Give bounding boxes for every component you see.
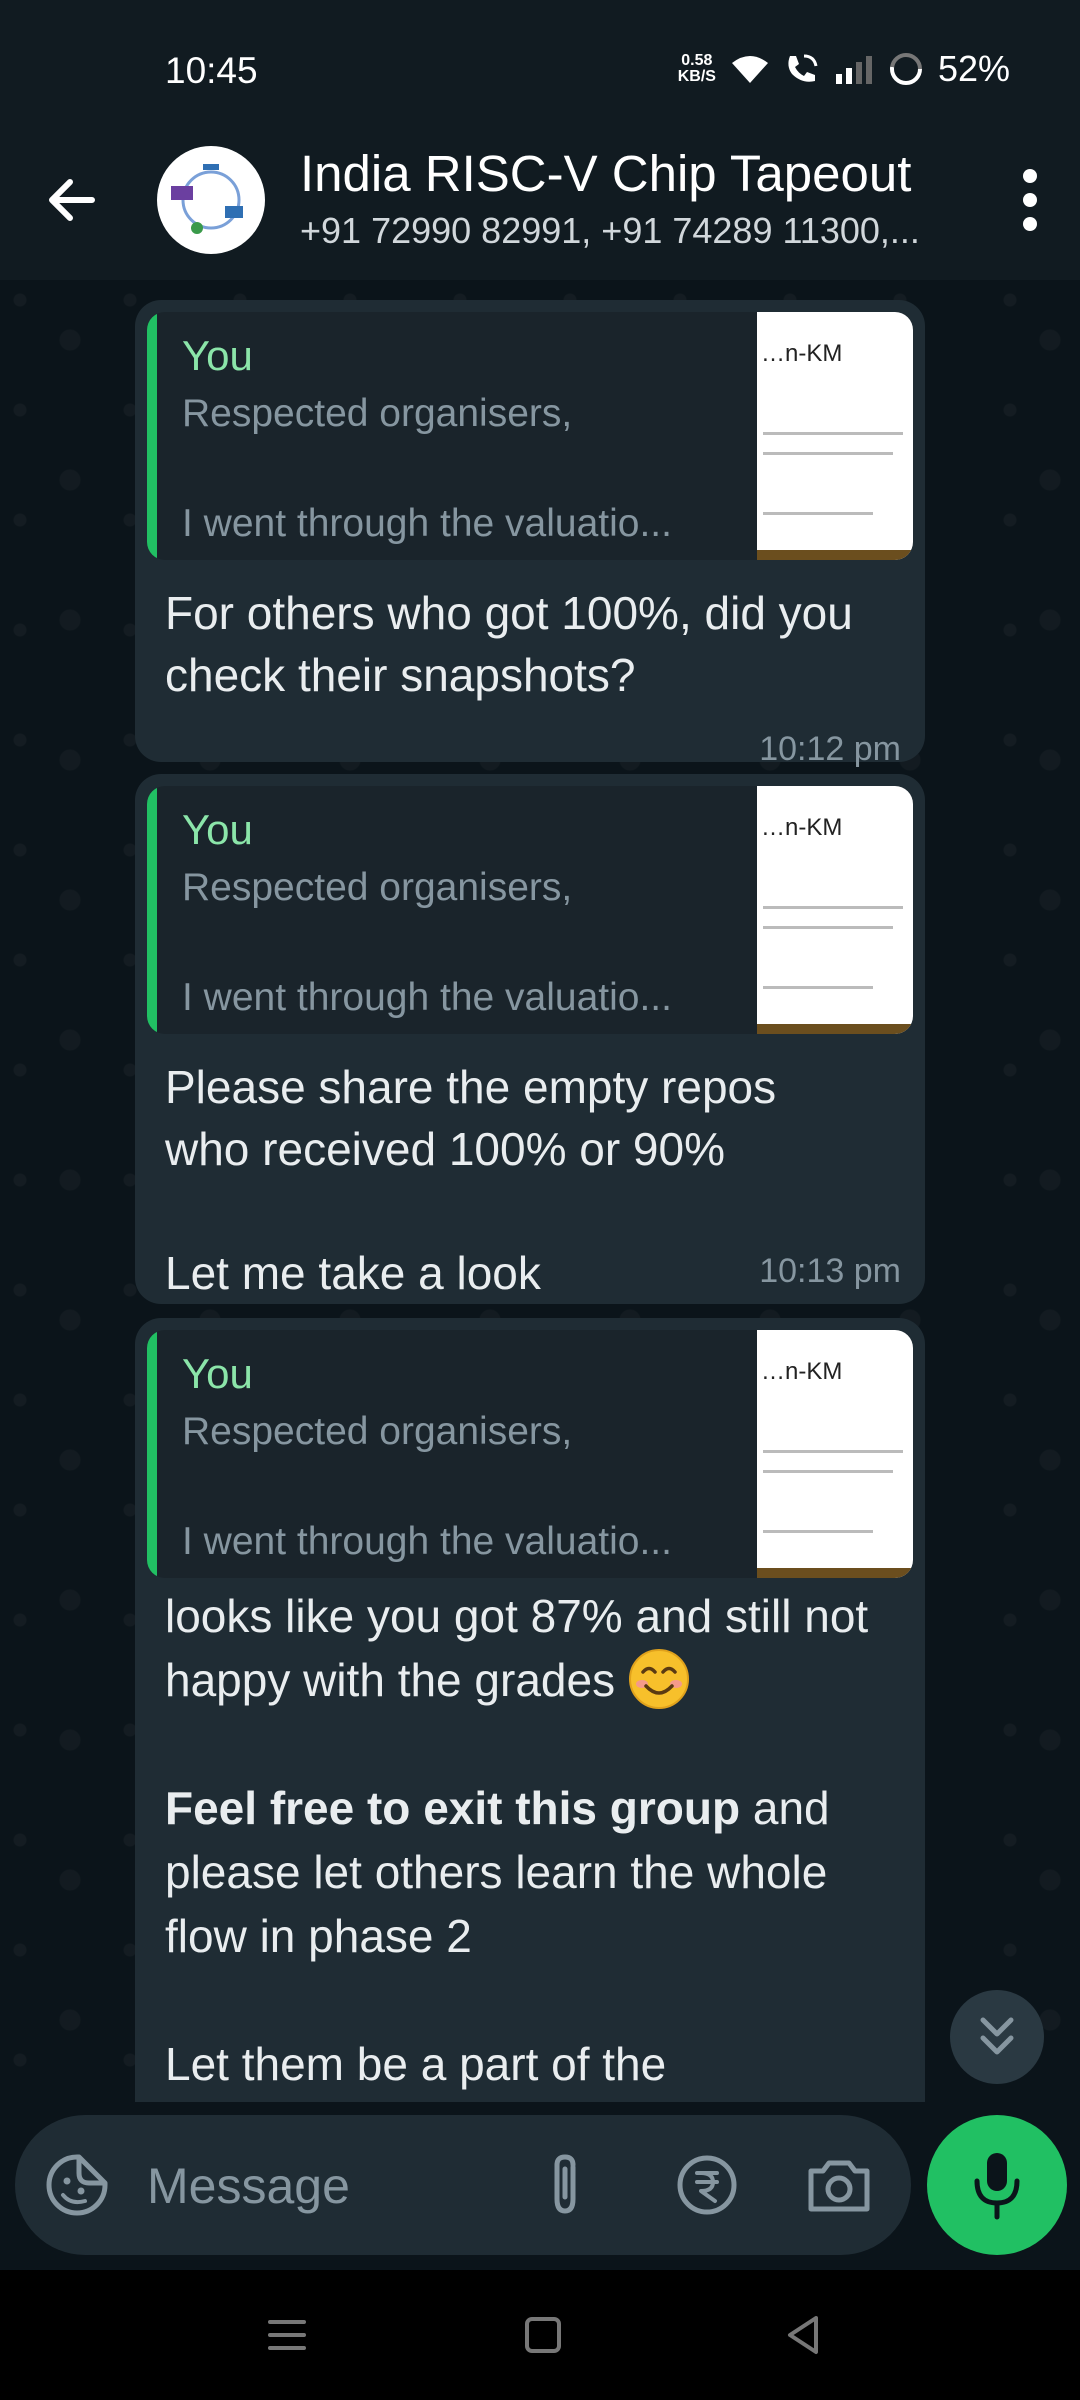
message-composer xyxy=(0,2102,1080,2270)
message-text: For others who got 100%, did you check t… xyxy=(165,582,865,706)
battery-icon xyxy=(889,53,922,85)
smiling-face-emoji-icon xyxy=(628,1649,689,1709)
group-avatar[interactable] xyxy=(157,146,265,254)
scroll-to-bottom-button[interactable] xyxy=(950,1990,1044,2084)
network-speed-unit: KB/S xyxy=(677,68,716,85)
battery-percent: 52% xyxy=(937,48,1010,89)
quote-text: I went through the valuatio... xyxy=(182,1520,672,1563)
quote-text: Respected organisers, xyxy=(182,866,573,909)
quote-thumbnail: …n-KM xyxy=(757,786,913,1034)
quote-thumbnail: …n-KM xyxy=(757,312,913,560)
message-paragraph: For others who got 100%, did you check t… xyxy=(165,587,853,701)
message-input-box[interactable] xyxy=(15,2115,911,2255)
message-time: 10:12 pm xyxy=(759,730,901,768)
back-icon[interactable] xyxy=(778,2310,828,2360)
attach-icon[interactable] xyxy=(535,2151,595,2219)
quote-thumbnail: …n-KM xyxy=(757,1330,913,1578)
quote-author: You xyxy=(182,1350,253,1397)
sticker-icon[interactable] xyxy=(45,2153,109,2217)
quoted-message[interactable]: You Respected organisers, I went through… xyxy=(147,1330,913,1578)
quoted-message[interactable]: You Respected organisers, I went through… xyxy=(147,786,913,1034)
network-speed-value: 0.58 xyxy=(681,52,713,69)
thumbnail-text: …n-KM xyxy=(761,814,843,841)
thumbnail-line xyxy=(763,512,873,515)
thumbnail-line xyxy=(763,926,893,929)
thumbnail-text: …n-KM xyxy=(761,340,843,367)
camera-icon[interactable] xyxy=(805,2153,873,2217)
quoted-message[interactable]: You Respected organisers, I went through… xyxy=(147,312,913,560)
group-title[interactable]: India RISC-V Chip Tapeout xyxy=(300,144,911,203)
message-paragraph: looks like you got 87% and still not hap… xyxy=(165,1584,885,1712)
network-speed: 0.58 KB/S xyxy=(678,53,716,85)
message-text: looks like you got 87% and still not hap… xyxy=(165,1584,885,2096)
thumbnail-line xyxy=(763,432,903,435)
message-time: 10:13 pm xyxy=(759,1252,901,1290)
payment-rupee-icon[interactable] xyxy=(675,2153,739,2217)
status-icons: 0.58 KB/S 52% xyxy=(678,48,1010,90)
microphone-icon xyxy=(974,2153,1020,2220)
back-arrow-icon[interactable] xyxy=(40,168,104,232)
message-bubble[interactable]: You Respected organisers, I went through… xyxy=(135,300,925,768)
message-paragraph: Feel free to exit this group and please … xyxy=(165,1776,885,1968)
more-options-icon[interactable] xyxy=(1000,160,1060,240)
message-paragraph-text: looks like you got 87% and still not hap… xyxy=(165,1590,869,1706)
thumbnail-line xyxy=(763,906,903,909)
thumbnail-line xyxy=(763,986,873,989)
signal-icon xyxy=(835,56,872,84)
message-input[interactable] xyxy=(145,2145,529,2227)
status-time: 10:45 xyxy=(165,50,258,91)
thumbnail-strip xyxy=(757,1024,913,1034)
thumbnail-strip xyxy=(757,550,913,560)
thumbnail-line xyxy=(763,1450,903,1453)
quote-text: Respected organisers, xyxy=(182,1410,573,1453)
system-nav-bar xyxy=(0,2270,1080,2400)
quote-author: You xyxy=(182,806,253,853)
recent-apps-icon[interactable] xyxy=(262,2310,312,2360)
thumbnail-text: …n-KM xyxy=(761,1358,843,1385)
voice-message-button[interactable] xyxy=(927,2115,1067,2255)
chat-header: India RISC-V Chip Tapeout +91 72990 8299… xyxy=(0,130,1080,280)
quote-text: I went through the valuatio... xyxy=(182,502,672,545)
quote-bar xyxy=(147,312,157,560)
quote-bar xyxy=(147,1330,157,1578)
bold-text: Feel free to exit this group xyxy=(165,1782,741,1834)
wifi-call-icon xyxy=(788,54,818,82)
double-chevron-down-icon xyxy=(980,2017,1014,2055)
wifi-icon xyxy=(731,56,768,83)
quote-text: I went through the valuatio... xyxy=(182,976,672,1019)
message-paragraph: Please share the empty repos who receive… xyxy=(165,1061,777,1175)
message-bubble[interactable]: You Respected organisers, I went through… xyxy=(135,1318,925,2102)
group-participants[interactable]: +91 72990 82991, +91 74289 11300,... xyxy=(300,210,960,252)
group-logo-icon xyxy=(171,164,243,234)
status-bar: 10:45 0.58 KB/S 52% xyxy=(0,0,1080,130)
message-bubble[interactable]: You Respected organisers, I went through… xyxy=(135,774,925,1304)
thumbnail-line xyxy=(763,1530,873,1533)
thumbnail-line xyxy=(763,452,893,455)
thumbnail-strip xyxy=(757,1568,913,1578)
quote-text: Respected organisers, xyxy=(182,392,573,435)
message-paragraph: Let them be a part of the xyxy=(165,2038,667,2090)
quote-author: You xyxy=(182,332,253,379)
chat-area[interactable]: You Respected organisers, I went through… xyxy=(0,280,1080,2102)
thumbnail-line xyxy=(763,1470,893,1473)
quote-bar xyxy=(147,786,157,1034)
home-icon[interactable] xyxy=(518,2310,568,2360)
